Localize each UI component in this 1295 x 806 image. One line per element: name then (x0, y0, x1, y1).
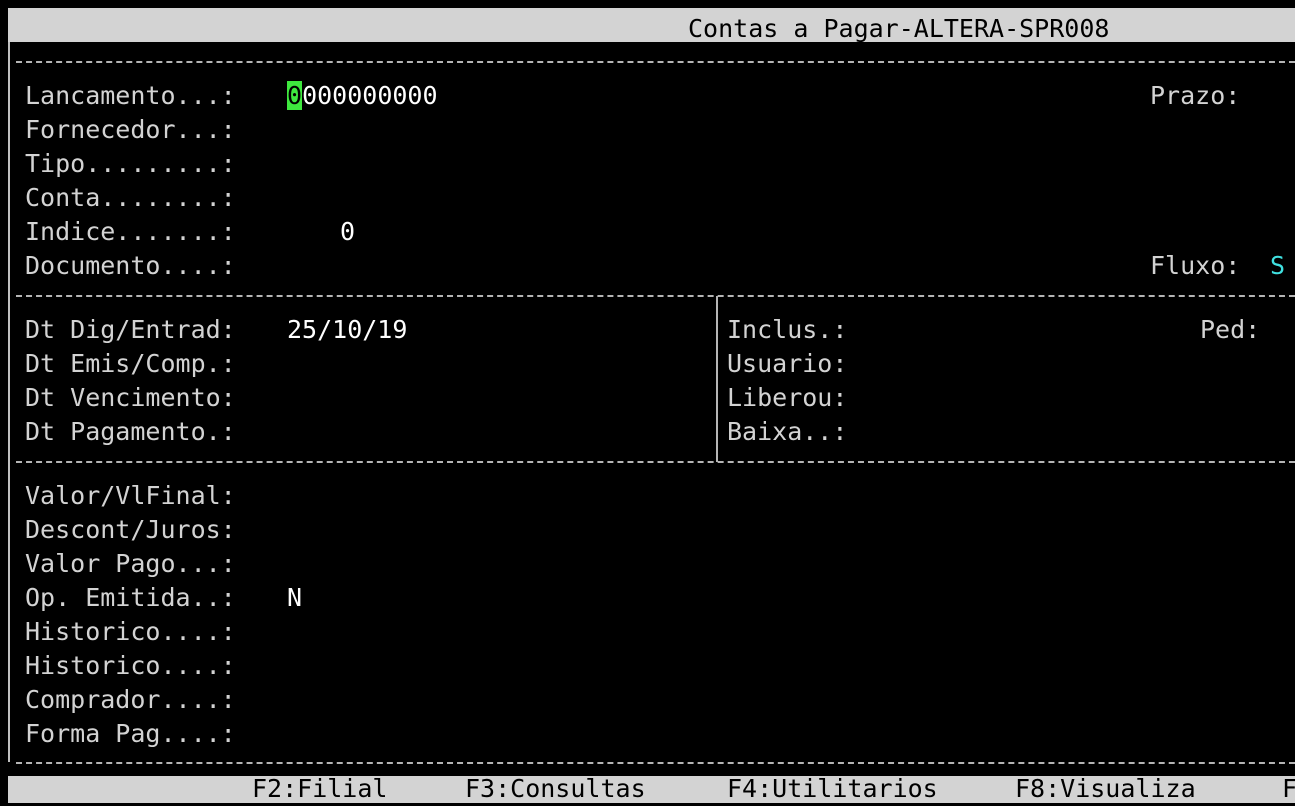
op-emitida-value[interactable]: N (287, 581, 302, 615)
conta-label: Conta........: (25, 183, 236, 212)
dt-venc-label: Dt Vencimento: (25, 383, 236, 412)
prazo-label: Prazo: (1150, 81, 1241, 110)
dt-pag-label: Dt Pagamento.: (25, 417, 236, 446)
f-key-truncated[interactable]: F (1282, 772, 1295, 806)
fluxo-value[interactable]: S (1270, 249, 1285, 283)
historico-label-1: Historico....: (25, 617, 236, 646)
lancamento-field[interactable]: 0000000000 (287, 79, 438, 113)
valor-label: Valor/VlFinal: (25, 481, 236, 510)
separator-top (16, 61, 1295, 63)
lancamento-value: 000000000 (302, 81, 438, 110)
indice-label: Indice.......: (25, 217, 236, 246)
separator-2 (16, 461, 1295, 463)
f3-consultas-key[interactable]: F3:Consultas (465, 772, 646, 806)
op-emitida-label: Op. Emitida..: (25, 583, 236, 612)
descont-label: Descont/Juros: (25, 515, 236, 544)
fluxo-label: Fluxo: (1150, 251, 1241, 280)
vertical-divider (716, 296, 718, 462)
documento-label: Documento....: (25, 251, 236, 280)
dt-dig-value[interactable]: 25/10/19 (287, 313, 407, 347)
indice-value[interactable]: 0 (340, 215, 355, 249)
text-cursor: 0 (287, 81, 303, 110)
baixa-label: Baixa..: (727, 417, 848, 446)
f4-utilitarios-key[interactable]: F4:Utilitarios (727, 772, 938, 806)
inclus-label: Inclus.: (727, 315, 848, 344)
window-title: Contas a Pagar-ALTERA-SPR008 (688, 14, 1110, 43)
lancamento-label: Lancamento...: (25, 81, 236, 110)
usuario-label: Usuario: (727, 349, 848, 378)
dt-emis-label: Dt Emis/Comp.: (25, 349, 236, 378)
valor-pago-label: Valor Pago...: (25, 549, 236, 578)
separator-bottom (16, 762, 1295, 764)
separator-1 (16, 295, 1295, 297)
ped-label: Ped: (1200, 315, 1261, 344)
liberou-label: Liberou: (727, 383, 848, 412)
historico-label-2: Historico....: (25, 651, 236, 680)
comprador-label: Comprador....: (25, 685, 236, 714)
fornecedor-label: Fornecedor...: (25, 115, 236, 144)
dt-dig-label: Dt Dig/Entrad: (25, 315, 236, 344)
forma-pag-label: Forma Pag....: (25, 719, 236, 748)
tipo-label: Tipo.........: (25, 149, 236, 178)
f2-filial-key[interactable]: F2:Filial (252, 772, 387, 806)
f8-visualiza-key[interactable]: F8:Visualiza (1015, 772, 1196, 806)
